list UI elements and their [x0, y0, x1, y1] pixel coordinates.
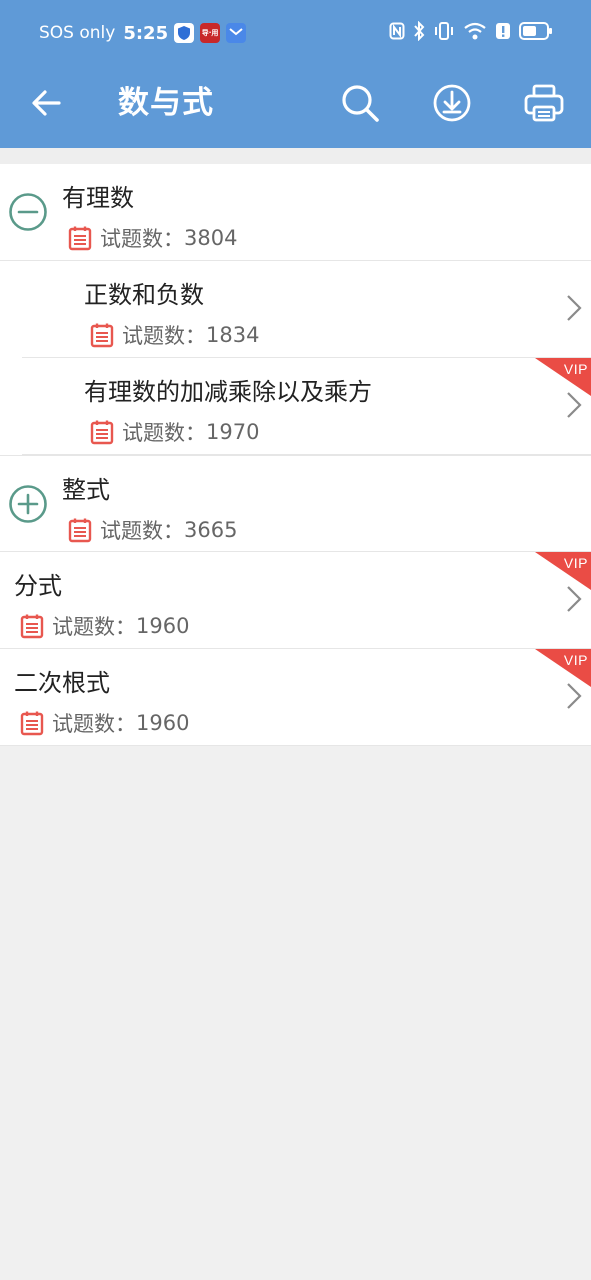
download-icon [433, 84, 471, 122]
item-count: 试题数： 3665 [68, 516, 237, 544]
chevron-right-icon [567, 683, 582, 709]
item-count: 试题数： 1970 [90, 418, 259, 446]
item-count: 试题数： 1960 [20, 612, 189, 640]
count-value: 3804 [184, 226, 238, 250]
count-prefix: 试题数： [100, 519, 184, 543]
item-count: 试题数： 3804 [68, 224, 237, 252]
item-title: 分式 [14, 572, 62, 600]
count-value: 3665 [184, 518, 238, 542]
chevron-right-icon [567, 295, 582, 321]
count-prefix: 试题数： [52, 615, 136, 639]
wifi-icon [463, 21, 487, 45]
item-title: 有理数的加减乘除以及乘方 [84, 378, 372, 406]
clock: 5:25 [123, 22, 169, 44]
chevron-right-icon [567, 586, 582, 612]
bluetooth-icon [413, 20, 425, 45]
plus-circle-icon [9, 485, 47, 523]
collapse-toggle[interactable] [8, 192, 48, 232]
status-right [389, 20, 553, 46]
item-title: 整式 [62, 476, 110, 504]
nfc-icon [389, 22, 405, 44]
count-value: 1960 [136, 711, 190, 735]
calendar-icon [20, 614, 44, 639]
item-title: 有理数 [62, 184, 134, 212]
item-count: 试题数： 1960 [20, 709, 189, 737]
minus-circle-icon [9, 193, 47, 231]
count-value: 1960 [136, 614, 190, 638]
arrow-left-icon [32, 90, 61, 116]
item-title: 二次根式 [14, 669, 110, 697]
count-prefix: 试题数： [52, 712, 136, 736]
expand-toggle[interactable] [8, 484, 48, 524]
news-app-icon: 导·用 [200, 23, 221, 43]
count-value: 1834 [206, 323, 260, 347]
back-button[interactable] [26, 83, 66, 123]
download-button[interactable] [430, 81, 474, 125]
list-item[interactable]: 整式 试题数： 3665 [0, 455, 591, 552]
calendar-icon [90, 323, 114, 348]
list-item[interactable]: 正数和负数 试题数： 1834 [0, 261, 591, 358]
shield-app-icon [174, 23, 195, 43]
calendar-icon [68, 518, 92, 543]
search-button[interactable] [338, 81, 382, 125]
list-item[interactable]: VIP 有理数的加减乘除以及乘方 试题数： 1970 [0, 358, 591, 455]
count-prefix: 试题数： [100, 227, 184, 251]
list-item[interactable]: VIP 分式 试题数： 1960 [0, 552, 591, 649]
count-prefix: 试题数： [122, 324, 206, 348]
header-gap [0, 148, 591, 164]
status-bar: SOS only 5:25 导·用 [0, 0, 591, 66]
status-left: SOS only 5:25 导·用 [39, 20, 247, 46]
news-app-label: 导·用 [201, 29, 219, 37]
print-button[interactable] [522, 81, 566, 125]
count-value: 1970 [206, 420, 260, 444]
count-prefix: 试题数： [122, 421, 206, 445]
page-title: 数与式 [118, 85, 214, 121]
list-item[interactable]: 有理数 试题数： 3804 [0, 164, 591, 261]
item-count: 试题数： 1834 [90, 321, 259, 349]
search-icon [342, 85, 379, 122]
vibrate-icon [433, 21, 455, 45]
navigation-bar: 数与式 [0, 66, 591, 140]
list-item[interactable]: VIP 二次根式 试题数： 1960 [0, 649, 591, 746]
vip-label: VIP [563, 652, 588, 668]
item-title: 正数和负数 [84, 281, 204, 309]
chevron-right-icon [567, 392, 582, 418]
alert-icon [495, 21, 511, 45]
printer-icon [524, 84, 564, 122]
chapter-list: 有理数 试题数： 3804 正数和负数 试题数： 1834 VIP 有理数的加减… [0, 164, 591, 746]
calendar-icon [90, 420, 114, 445]
battery-icon [519, 21, 553, 45]
vip-label: VIP [563, 361, 588, 377]
app-header: SOS only 5:25 导·用 数与式 [0, 0, 591, 148]
carrier-text: SOS only [39, 23, 116, 43]
calendar-icon [68, 226, 92, 251]
calendar-icon [20, 711, 44, 736]
vip-label: VIP [563, 555, 588, 571]
chat-app-icon [226, 23, 247, 43]
